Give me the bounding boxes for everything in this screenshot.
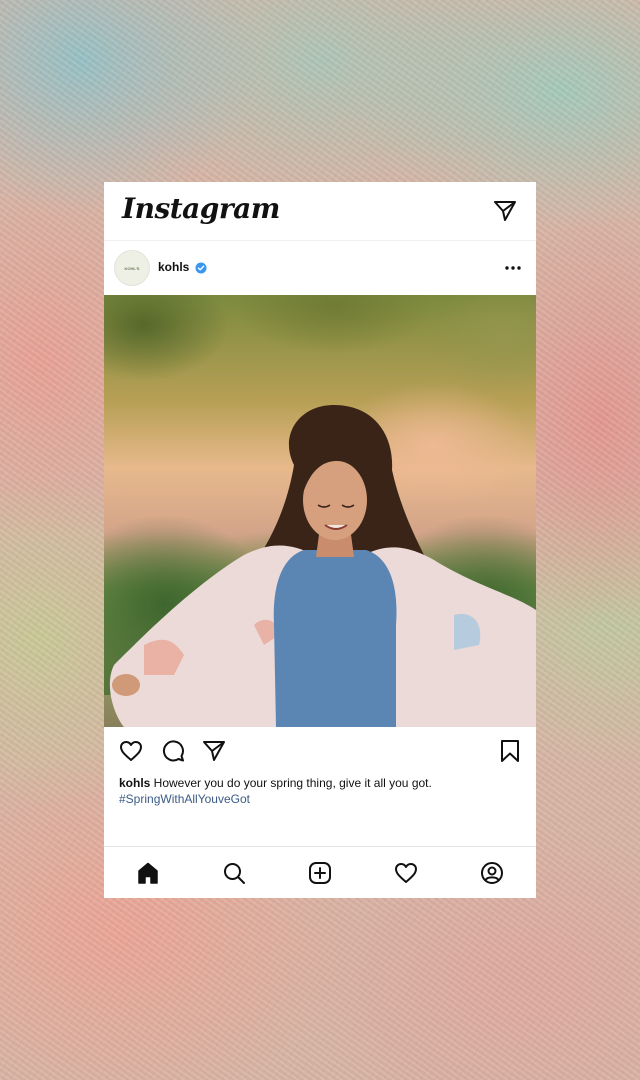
create-icon[interactable]: [307, 860, 333, 886]
profile-icon[interactable]: [479, 860, 505, 886]
caption-hashtag[interactable]: #SpringWithAllYouveGot: [119, 791, 250, 807]
share-icon[interactable]: [201, 738, 227, 764]
more-options-icon[interactable]: [502, 260, 524, 276]
activity-icon[interactable]: [393, 860, 419, 886]
avatar-label: KOHL'S: [124, 265, 140, 271]
bookmark-icon[interactable]: [497, 738, 523, 764]
bottom-nav: [104, 846, 536, 898]
post-header: KOHL'S kohls: [104, 248, 536, 294]
post-caption: kohls However you do your spring thing, …: [119, 775, 524, 791]
instagram-logo: Instagram: [122, 192, 280, 225]
photo-girl: [109, 405, 536, 727]
top-bar: Instagram: [104, 182, 536, 241]
caption-username[interactable]: kohls: [119, 776, 150, 790]
caption-text: However you do your spring thing, give i…: [150, 776, 432, 790]
post-photo[interactable]: [104, 295, 536, 727]
heart-icon[interactable]: [118, 738, 144, 764]
home-icon[interactable]: [135, 860, 161, 886]
verified-badge-icon: [195, 261, 207, 279]
avatar[interactable]: KOHL'S: [114, 250, 150, 286]
post-actions: [104, 730, 536, 770]
instagram-post-card: Instagram KOHL'S kohls kohls However you…: [104, 182, 536, 898]
direct-message-icon[interactable]: [492, 198, 518, 224]
search-icon[interactable]: [221, 860, 247, 886]
comment-icon[interactable]: [160, 738, 186, 764]
post-username[interactable]: kohls: [158, 260, 189, 274]
